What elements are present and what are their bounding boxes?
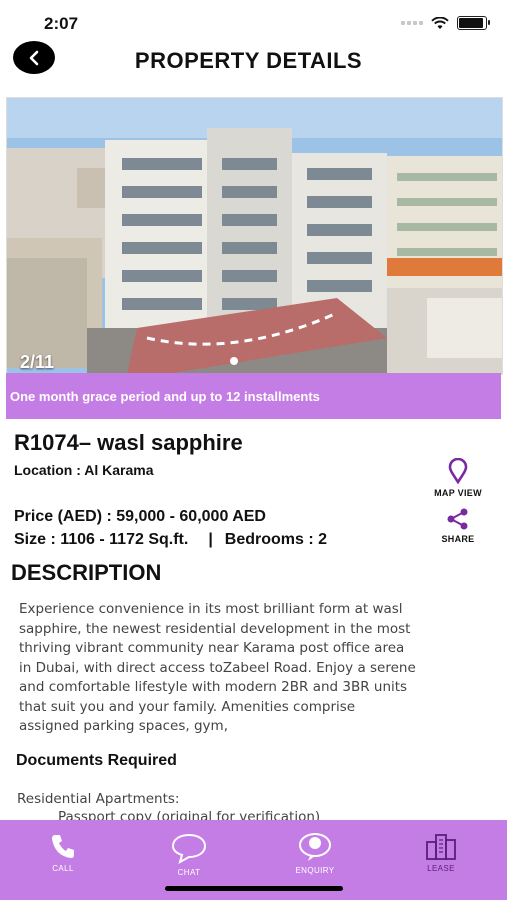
buildings-icon bbox=[426, 834, 456, 860]
description-text: Experience convenience in its most brill… bbox=[19, 601, 416, 734]
property-location: Location : Al Karama bbox=[14, 462, 154, 478]
nav-lease-label: LEASE bbox=[427, 864, 455, 873]
nav-chat-label: CHAT bbox=[177, 868, 201, 877]
battery-icon bbox=[457, 16, 490, 30]
status-indicators bbox=[401, 16, 490, 30]
photo-counter: 2/11 bbox=[20, 352, 55, 372]
property-bedrooms: Bedrooms : 2 bbox=[224, 531, 328, 548]
page-title: PROPERTY DETAILS bbox=[134, 48, 363, 73]
promo-banner: One month grace period and up to 12 inst… bbox=[6, 373, 501, 419]
property-size-row: Size : 1106 - 1172 Sq.ft. | Bedrooms : 2 bbox=[14, 531, 327, 549]
enquiry-icon bbox=[299, 833, 331, 861]
share-icon bbox=[447, 508, 468, 530]
property-price: Price (AED) : 59,000 - 60,000 AED bbox=[14, 508, 266, 525]
phone-icon bbox=[52, 835, 74, 858]
home-indicator[interactable] bbox=[165, 886, 343, 891]
chat-bubble-icon bbox=[171, 833, 207, 864]
property-name: R1074– wasl sapphire bbox=[14, 430, 243, 455]
description-heading: DESCRIPTION bbox=[11, 560, 162, 585]
share-button[interactable]: SHARE bbox=[428, 508, 488, 544]
property-photo[interactable] bbox=[6, 97, 503, 375]
property-size: Size : 1106 - 1172 Sq.ft. bbox=[14, 531, 189, 548]
documents-subheading: Residential Apartments: bbox=[17, 791, 180, 807]
wifi-icon bbox=[431, 16, 449, 29]
pagination-dot[interactable] bbox=[230, 357, 238, 365]
separator: | bbox=[208, 531, 213, 548]
map-pin-icon bbox=[448, 458, 468, 484]
nav-enquiry-label: ENQUIRY bbox=[295, 866, 335, 875]
nav-call[interactable]: CALL bbox=[0, 820, 126, 900]
map-view-button[interactable]: MAP VIEW bbox=[428, 458, 488, 498]
documents-heading: Documents Required bbox=[16, 752, 177, 769]
nav-call-label: CALL bbox=[52, 864, 74, 873]
nav-lease[interactable]: LEASE bbox=[378, 820, 504, 900]
share-label: SHARE bbox=[441, 534, 475, 544]
status-time: 2:07 bbox=[44, 14, 79, 33]
signal-icon bbox=[401, 21, 423, 25]
map-view-label: MAP VIEW bbox=[434, 488, 482, 498]
